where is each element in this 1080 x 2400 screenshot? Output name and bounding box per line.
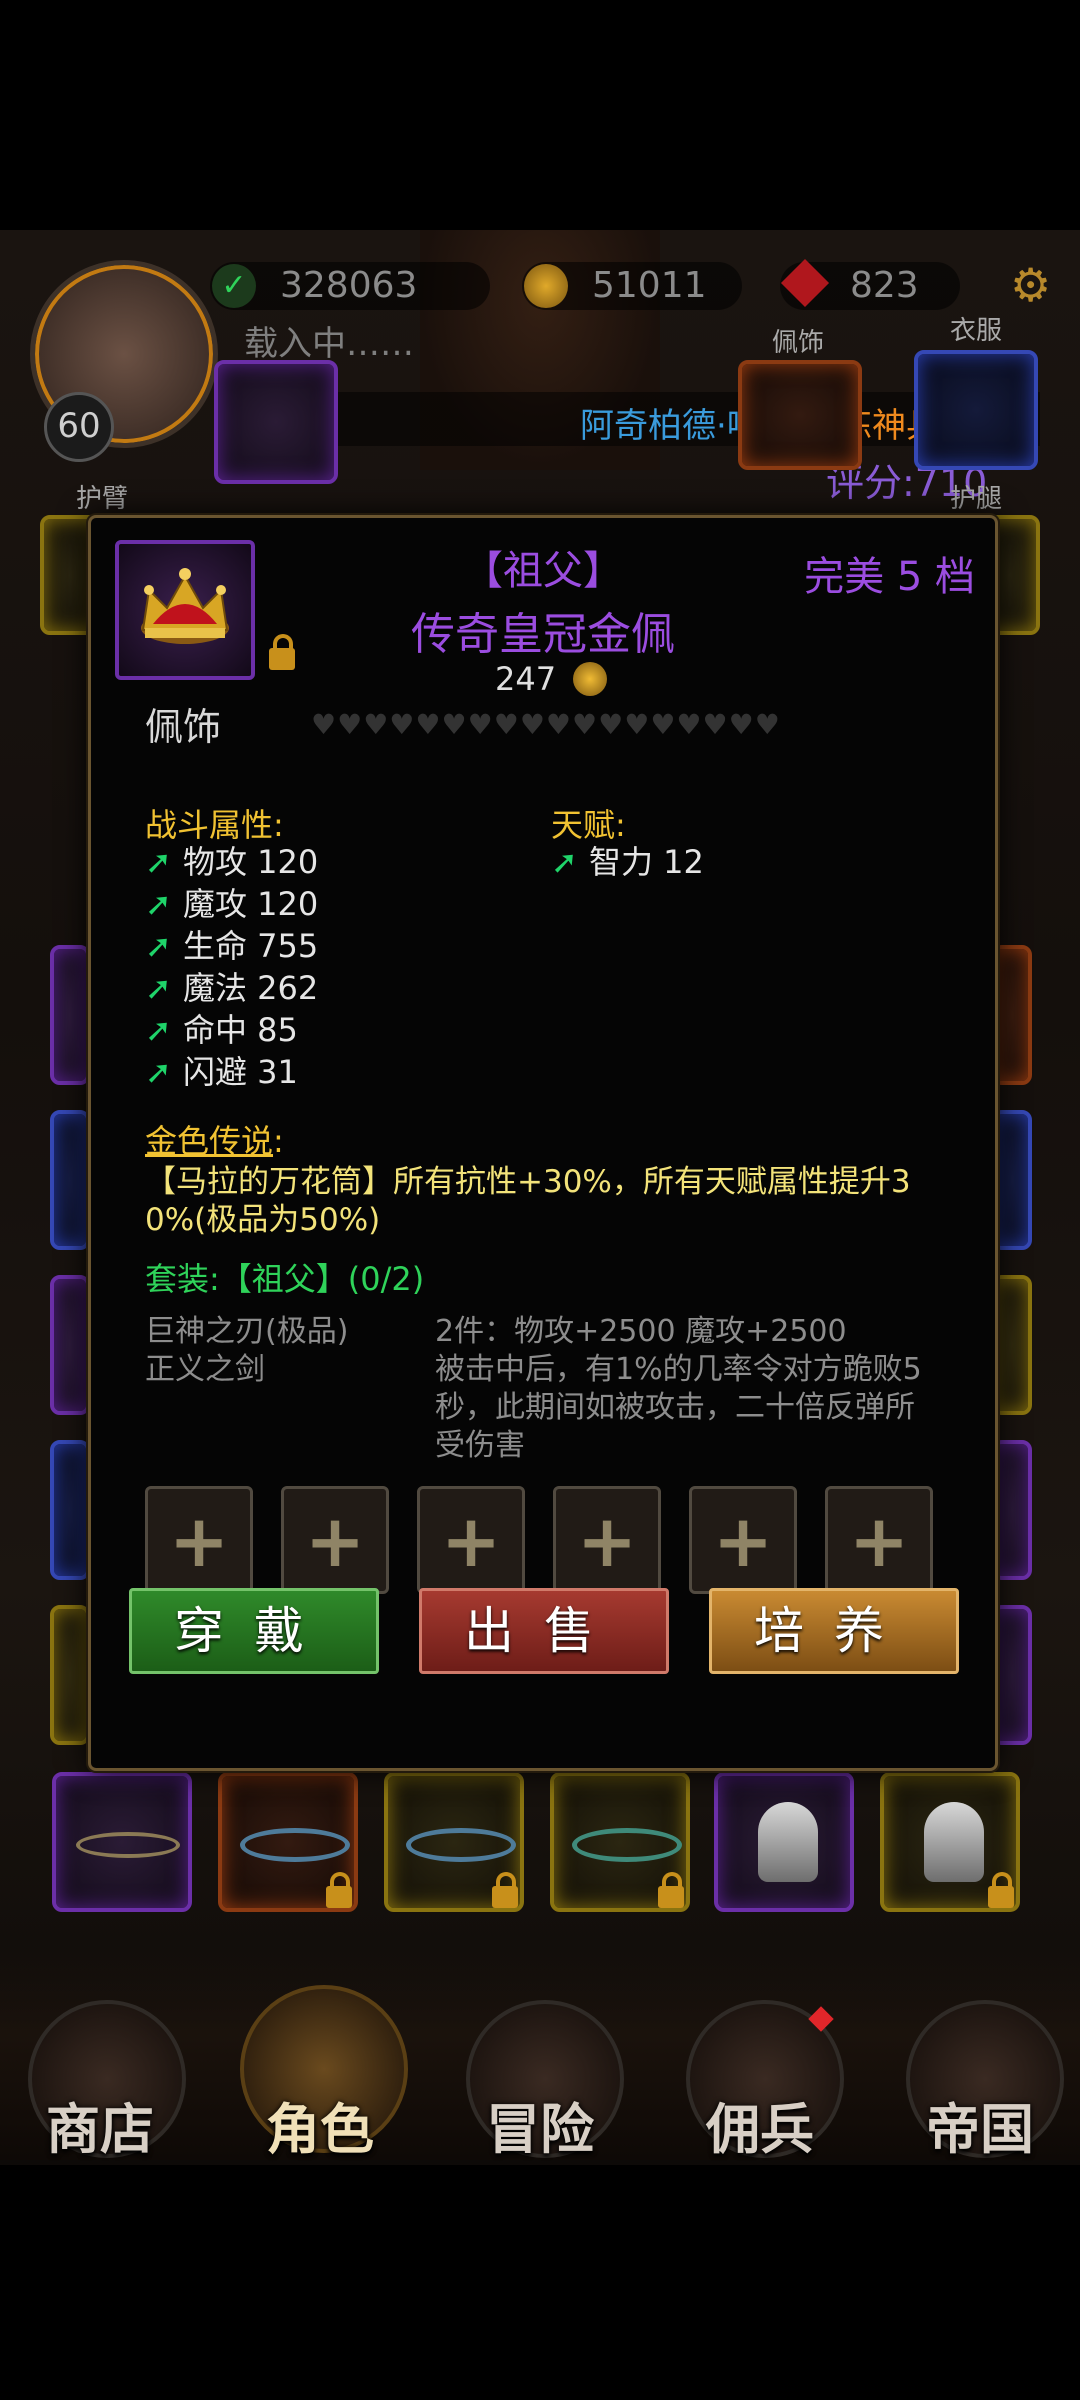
gold-value: 51011 — [592, 265, 707, 306]
combat-stat-row: ➚ 魔攻 120 — [145, 884, 318, 924]
slot-label-accessory: 佩饰 — [772, 328, 825, 358]
up-arrow-icon: ➚ — [145, 969, 172, 1007]
inv-slot[interactable] — [880, 1772, 1020, 1912]
item-slot-type: 佩饰 — [145, 705, 222, 749]
inv-slot[interactable] — [992, 945, 1032, 1085]
legend-header-colon: : — [273, 1122, 284, 1160]
settings-gear-icon[interactable]: ⚙ — [1010, 262, 1056, 308]
combat-stat-row: ➚ 命中 85 — [145, 1010, 298, 1050]
combat-stat-text: 闪避 31 — [183, 1053, 298, 1091]
gauntlet-icon — [758, 1802, 818, 1882]
nav-shop-label[interactable]: 商店 — [0, 2085, 200, 2164]
lock-icon — [492, 1872, 518, 1908]
gauntlet-icon — [924, 1802, 984, 1882]
inv-slot[interactable] — [992, 1110, 1032, 1250]
gem-socket-6[interactable]: + — [825, 1486, 933, 1594]
up-arrow-icon: ➚ — [145, 927, 172, 965]
talent-stat-text: 智力 12 — [589, 843, 704, 881]
power-icon: ✓ — [212, 264, 256, 308]
slot-label-clothes: 衣服 — [950, 316, 1003, 346]
slot-accessory[interactable] — [738, 360, 862, 470]
inv-slot[interactable] — [992, 1275, 1032, 1415]
talent-stat-row: ➚ 智力 12 — [551, 842, 704, 882]
item-price: 247 — [495, 660, 557, 698]
inv-slot[interactable] — [550, 1772, 690, 1912]
price-coin-icon — [573, 662, 607, 696]
up-arrow-icon: ➚ — [145, 885, 172, 923]
slot-bracer[interactable] — [214, 360, 338, 484]
train-button[interactable]: 培养 — [709, 1588, 959, 1674]
inv-slot[interactable] — [50, 1440, 90, 1580]
inv-slot[interactable] — [992, 1605, 1032, 1745]
lock-icon — [658, 1872, 684, 1908]
lock-icon — [326, 1872, 352, 1908]
nav-mercenary-label[interactable]: 佣兵 — [660, 2085, 860, 2164]
inv-slot[interactable] — [384, 1772, 524, 1912]
belt-icon — [76, 1832, 180, 1858]
combat-stat-text: 生命 755 — [183, 927, 319, 965]
combat-stat-text: 命中 85 — [183, 1011, 298, 1049]
inv-slot[interactable] — [714, 1772, 854, 1912]
up-arrow-icon: ➚ — [145, 843, 172, 881]
nav-empire-label[interactable]: 帝国 — [880, 2085, 1080, 2164]
combat-stat-row: ➚ 闪避 31 — [145, 1052, 298, 1092]
sell-button[interactable]: 出售 — [419, 1588, 669, 1674]
inv-slot[interactable] — [50, 1110, 90, 1250]
combat-stat-text: 物攻 120 — [183, 843, 319, 881]
lock-icon — [988, 1872, 1014, 1908]
set-piece: 正义之剑 — [145, 1352, 265, 1387]
add-icon: + — [712, 1499, 774, 1583]
coin-icon — [524, 264, 568, 308]
gem-socket-3[interactable]: + — [417, 1486, 525, 1594]
combat-stat-text: 魔法 262 — [183, 969, 319, 1007]
level-value: 60 — [57, 406, 101, 446]
combat-header: 战斗属性: — [145, 806, 284, 844]
legend-header-label: 金色传说 — [145, 1122, 274, 1160]
gem-socket-1[interactable]: + — [145, 1486, 253, 1594]
item-quality: 完美 5 档 — [804, 554, 975, 600]
belt-icon — [572, 1828, 682, 1862]
level-badge: 60 — [44, 392, 114, 462]
gem-socket-4[interactable]: + — [553, 1486, 661, 1594]
combat-stat-text: 魔攻 120 — [183, 885, 319, 923]
gem-socket-5[interactable]: + — [689, 1486, 797, 1594]
up-arrow-icon: ➚ — [551, 843, 578, 881]
combat-stat-row: ➚ 物攻 120 — [145, 842, 318, 882]
set-header: 套装:【祖父】(0/2) — [145, 1260, 425, 1298]
enhance-hearts: ♥♥♥♥♥♥♥♥♥♥♥♥♥♥♥♥♥♥ — [311, 708, 781, 741]
item-name: 传奇皇冠金佩 — [411, 609, 675, 660]
slot-label-leggings: 护腿 — [950, 484, 1003, 514]
inv-slot[interactable] — [992, 1440, 1032, 1580]
belt-icon — [240, 1828, 350, 1862]
inv-slot[interactable] — [50, 1605, 90, 1745]
power-value: 328063 — [280, 265, 418, 306]
slot-label-bracer: 护臂 — [76, 484, 129, 514]
inv-slot[interactable] — [218, 1772, 358, 1912]
nav-adventure-label[interactable]: 冒险 — [440, 2085, 640, 2164]
item-detail-modal: 【祖父】 传奇皇冠金佩 完美 5 档 247 佩饰 ♥♥♥♥♥♥♥♥♥♥♥♥♥♥… — [88, 515, 998, 1771]
add-icon: + — [848, 1499, 910, 1583]
loading-text: 载入中…… — [244, 324, 414, 364]
add-icon: + — [576, 1499, 638, 1583]
slot-clothes[interactable] — [914, 350, 1038, 470]
belt-icon — [406, 1828, 516, 1862]
up-arrow-icon: ➚ — [145, 1011, 172, 1049]
combat-stat-row: ➚ 魔法 262 — [145, 968, 318, 1008]
gem-socket-2[interactable]: + — [281, 1486, 389, 1594]
combat-stat-row: ➚ 生命 755 — [145, 926, 318, 966]
add-icon: + — [168, 1499, 230, 1583]
add-icon: + — [304, 1499, 366, 1583]
nav-character-label[interactable]: 角色 — [220, 2085, 420, 2164]
equip-button[interactable]: 穿戴 — [129, 1588, 379, 1674]
add-icon: + — [440, 1499, 502, 1583]
legend-text-line2: 0%(极品为50%) — [145, 1202, 381, 1238]
set-bonus-line: 受伤害 — [435, 1428, 525, 1463]
inv-slot[interactable] — [50, 1275, 90, 1415]
inv-slot[interactable] — [52, 1772, 192, 1912]
talent-header: 天赋: — [551, 806, 626, 844]
gem-value: 823 — [850, 265, 919, 306]
inv-slot[interactable] — [50, 945, 90, 1085]
up-arrow-icon: ➚ — [145, 1053, 172, 1091]
